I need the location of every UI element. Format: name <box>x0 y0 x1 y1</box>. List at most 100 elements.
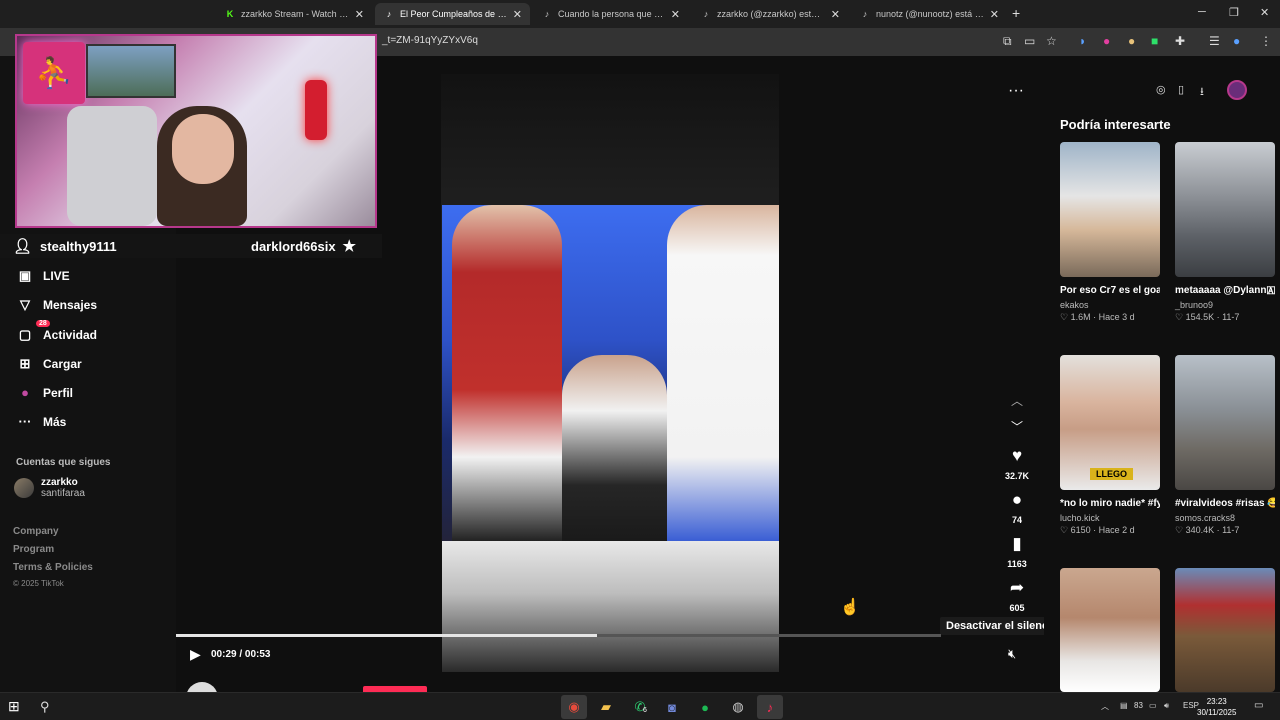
footer-link-company[interactable]: Company <box>13 526 59 537</box>
streamer-face <box>172 114 234 184</box>
save-button[interactable]: ▮ 1163 <box>1000 534 1034 569</box>
sidebar-item-upload[interactable]: ⊞ Cargar <box>16 356 82 372</box>
app-tray-icon[interactable]: ▤ <box>1120 701 1128 710</box>
footer-link-program[interactable]: Program <box>13 544 54 555</box>
tiktok-icon: ♪ <box>703 9 709 19</box>
tab-title: zzarkko (@zzarkko) está LIVE: T <box>717 9 825 19</box>
video-user: ekakos <box>1060 300 1089 310</box>
recommended-video[interactable] <box>1060 568 1160 692</box>
cast-icon[interactable]: ▭ <box>1024 34 1035 48</box>
volume-icon[interactable]: 🔊︎ <box>1164 701 1169 711</box>
extension-icon[interactable]: ■ <box>1151 34 1158 48</box>
recommended-video[interactable]: Por eso Cr7 es el goat 🏃 #sora2 #cr... e… <box>1060 142 1160 323</box>
sidebar-item-more[interactable]: ··· Más <box>16 414 67 429</box>
bookmark-star-icon[interactable]: ☆ <box>1046 34 1057 48</box>
clock-date: 30/11/2025 <box>1197 708 1237 717</box>
sidebar-item-messages[interactable]: ▽ Mensajes <box>16 297 97 313</box>
copyright: © 2025 TikTok <box>13 579 64 588</box>
device-icon[interactable]: ▯ <box>1178 83 1184 96</box>
sidebar-item-profile[interactable]: ● Perfil <box>16 385 73 400</box>
tab-tiktok-video-2[interactable]: ♪ Cuando la persona que me gus ✕ <box>533 3 688 25</box>
extensions-puzzle-icon[interactable]: ✚ <box>1175 34 1185 48</box>
close-icon[interactable]: ✕ <box>355 8 364 21</box>
video-user: lucho.kick <box>1060 513 1100 523</box>
tiktok-app-icon[interactable]: ♪ <box>757 695 783 719</box>
sidebar-item-live[interactable]: ▣ LIVE <box>16 268 70 284</box>
video-person <box>667 205 779 541</box>
recommended-video[interactable] <box>1175 568 1275 692</box>
close-icon[interactable]: ✕ <box>831 8 840 21</box>
extension-icon[interactable]: ● <box>1128 34 1135 48</box>
recommended-video[interactable]: metaaaaa @Dylann🇦 #paratiiiiiiiiiiiiiiii… <box>1175 142 1275 323</box>
save-count: 1163 <box>1007 559 1027 569</box>
share-button[interactable]: ➦ 605 <box>1000 578 1034 613</box>
more-options-icon[interactable]: ··· <box>1008 82 1024 100</box>
profile-avatar[interactable] <box>1227 80 1247 100</box>
footer-link-terms[interactable]: Terms & Policies <box>13 562 93 573</box>
sidebar-item-label: Perfil <box>43 385 74 400</box>
notifications-icon[interactable]: ▭ <box>1254 700 1263 711</box>
viewer-name: stealthy9111 <box>40 238 117 254</box>
recommended-video[interactable]: LLEGO *no lo miro nadie* #fyp #paratii..… <box>1060 355 1160 536</box>
obs-app-icon[interactable]: ◍ <box>725 695 751 719</box>
minimize-icon[interactable]: ─ <box>1198 6 1206 18</box>
following-subname: santifaraa <box>41 488 85 499</box>
chevron-up-icon[interactable]: ︿ <box>1011 392 1023 409</box>
video-thumbnail <box>1175 568 1275 692</box>
tab-kick-stream[interactable]: K zzarkko Stream - Watch Live on ✕ <box>216 3 372 25</box>
tab-tiktok-video[interactable]: ♪ El Peor Cumpleaños de Mi Vida ✕ <box>375 3 530 25</box>
close-icon[interactable]: ✕ <box>513 8 522 21</box>
discord-app-icon[interactable]: ◙ <box>659 695 685 719</box>
video-title: *no lo miro nadie* #fyp #paratii... <box>1060 498 1160 509</box>
new-tab-icon[interactable]: + <box>1012 5 1020 21</box>
jumpman-logo-icon: ⛹ <box>23 42 85 104</box>
coins-icon[interactable]: ◎ <box>1156 83 1166 96</box>
wall-picture <box>86 44 176 98</box>
restore-icon[interactable]: ❐ <box>1229 6 1239 19</box>
chevron-up-icon[interactable]: ︿ <box>1101 701 1109 712</box>
reading-list-icon[interactable]: ☰ <box>1209 34 1220 48</box>
tab-title: nunotz (@nunootz) está LIVE: T <box>876 9 984 19</box>
comment-button[interactable]: ● 74 <box>1000 490 1034 525</box>
video-thumbnail <box>1060 568 1160 692</box>
profile-icon[interactable]: ● <box>1233 34 1240 48</box>
tab-tiktok-live-nunotz[interactable]: ♪ nunotz (@nunootz) está LIVE: T ✕ <box>851 3 1007 25</box>
network-icon[interactable]: ▭ <box>1149 701 1157 710</box>
muted-speaker-icon[interactable]: 🔇︎ <box>1008 646 1016 662</box>
video-person <box>562 355 667 541</box>
close-icon[interactable]: ✕ <box>671 8 680 21</box>
video-frame[interactable] <box>442 205 779 541</box>
windows-start-icon[interactable]: ⊞ <box>8 698 20 715</box>
video-meta: ♡ 6150 · Hace 2 d <box>1060 525 1135 535</box>
sidebar-item-activity[interactable]: ▢ 28 Actividad <box>16 320 97 343</box>
video-person <box>452 205 562 541</box>
like-button[interactable]: ♥ 32.7K <box>1000 446 1034 481</box>
video-thumbnail <box>1175 142 1275 277</box>
download-icon[interactable]: ⭳ <box>1200 83 1204 102</box>
search-icon[interactable]: ⚲ <box>40 699 50 715</box>
extension-icon[interactable]: ◗ <box>1079 34 1086 48</box>
system-clock[interactable]: 23:23 30/11/2025 <box>1197 696 1236 718</box>
video-thumbnail: LLEGO <box>1060 355 1160 490</box>
play-icon[interactable]: ▶ <box>190 646 201 663</box>
sidebar-item-label: Más <box>43 414 67 429</box>
browser-tab-bar: K zzarkko Stream - Watch Live on ✕ ♪ El … <box>0 0 1280 28</box>
translate-icon[interactable]: ⧉ <box>1003 34 1012 49</box>
whatsapp-app-icon[interactable]: ✆ 6 <box>627 695 653 719</box>
file-explorer-icon[interactable]: ▰ <box>593 695 619 719</box>
tab-tiktok-live-zzarkko[interactable]: ♪ zzarkko (@zzarkko) está LIVE: T ✕ <box>692 3 848 25</box>
chrome-app-icon[interactable]: ◉ <box>561 695 587 719</box>
clock-time: 23:23 <box>1206 697 1227 706</box>
following-account[interactable]: zzarkko santifaraa <box>14 477 85 499</box>
menu-icon[interactable]: ⋮ <box>1260 34 1272 48</box>
chevron-down-icon[interactable]: ﹀ <box>1011 418 1023 435</box>
more-icon: ··· <box>18 414 32 429</box>
video-lower-frame <box>442 541 779 672</box>
spotify-app-icon[interactable]: ● <box>692 695 718 719</box>
extension-icon[interactable]: ● <box>1103 34 1110 48</box>
kick-icon: K <box>226 9 234 19</box>
recommended-video[interactable]: #viralvideos #risas 😂😂😂 somos.cracks8 ♡ … <box>1175 355 1275 536</box>
close-window-icon[interactable]: ✕ <box>1260 6 1269 19</box>
url-text[interactable]: _t=ZM-91qYyZYxV6q <box>382 35 478 46</box>
close-icon[interactable]: ✕ <box>990 8 999 21</box>
